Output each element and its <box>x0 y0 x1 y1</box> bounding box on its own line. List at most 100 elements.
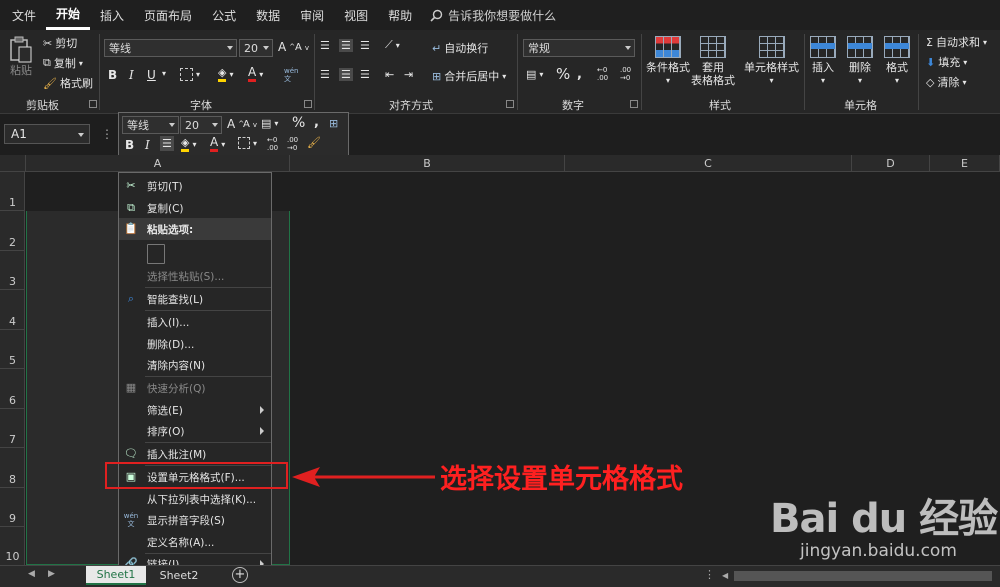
format-as-table-button[interactable]: 套用 表格格式 <box>691 36 735 87</box>
mini-percent-button[interactable]: % <box>292 115 305 131</box>
menu-item-clear-contents[interactable]: 清除内容(N) <box>119 354 271 376</box>
fill-color-button[interactable]: ◈ ▾ <box>218 67 233 82</box>
row-header-9[interactable]: 9 <box>0 488 25 527</box>
mini-bold-button[interactable]: B <box>125 138 134 152</box>
font-launcher-icon[interactable] <box>304 100 312 108</box>
column-header-a[interactable]: A <box>26 155 290 172</box>
name-box[interactable]: A1 <box>4 124 90 144</box>
horizontal-scrollbar[interactable] <box>734 571 992 581</box>
more-options-icon[interactable]: ⋮ <box>101 127 113 141</box>
wrap-text-button[interactable]: ↵ 自动换行 <box>432 40 488 56</box>
mini-paintbrush-icon[interactable]: 🖌 <box>307 136 321 149</box>
mini-size-select[interactable]: 20 <box>180 116 222 134</box>
mini-increase-decimal-icon[interactable]: ←0.00 <box>267 136 278 152</box>
orientation-icon[interactable]: ⟋ ▾ <box>385 38 400 52</box>
font-family-select[interactable]: 等线 <box>104 39 237 57</box>
mini-increase-font-icon[interactable]: A ^ <box>227 117 244 131</box>
mini-align-center-icon[interactable]: ☰ <box>160 136 174 151</box>
autosum-button[interactable]: Σ 自动求和 ▾ <box>926 34 987 50</box>
mini-border-button[interactable]: ▾ <box>238 137 257 149</box>
increase-indent-icon[interactable]: ⇥ <box>404 68 413 81</box>
scroll-right-icon[interactable]: ▶ <box>48 569 55 579</box>
mini-decrease-font-icon[interactable]: Av <box>243 119 257 130</box>
hscroll-left-icon[interactable]: ◀ <box>722 571 728 580</box>
tab-review[interactable]: 审阅 <box>290 0 334 30</box>
paste-option-icon[interactable] <box>147 244 165 264</box>
number-format-select[interactable]: 常规 <box>523 39 635 57</box>
mini-fill-color-button[interactable]: ◈ ▾ <box>181 137 196 152</box>
italic-button[interactable]: I <box>129 68 134 82</box>
menu-item-paste-special[interactable]: 选择性粘贴(S)... <box>119 265 271 287</box>
align-left-icon[interactable]: ☰ <box>320 68 330 81</box>
mini-italic-button[interactable]: I <box>145 138 150 152</box>
mini-font-select[interactable]: 等线 <box>122 116 179 134</box>
row-header-5[interactable]: 5 <box>0 330 25 369</box>
border-button[interactable]: ▾ <box>180 68 200 81</box>
underline-button[interactable]: U <box>147 68 156 82</box>
clipboard-launcher-icon[interactable] <box>89 100 97 108</box>
accounting-format-icon[interactable]: ▤ ▾ <box>526 68 543 81</box>
paste-button[interactable]: 粘贴 <box>8 36 34 77</box>
underline-dropdown-icon[interactable]: ▾ <box>162 69 166 78</box>
font-color-button[interactable]: A ▾ <box>248 66 263 82</box>
comma-style-icon[interactable]: , <box>577 67 582 82</box>
decrease-font-icon[interactable]: Av <box>295 42 309 53</box>
fill-button[interactable]: ⬇ 填充 ▾ <box>926 54 967 70</box>
menu-item-delete[interactable]: 删除(D)... <box>119 333 271 355</box>
row-header-1[interactable]: 1 <box>0 172 25 211</box>
percent-button[interactable]: % <box>556 65 570 83</box>
clear-button[interactable]: ◇ 清除 ▾ <box>926 74 966 90</box>
column-header-b[interactable]: B <box>290 155 565 172</box>
mini-comma-icon[interactable]: , <box>314 115 319 130</box>
row-header-2[interactable]: 2 <box>0 211 25 251</box>
row-header-6[interactable]: 6 <box>0 369 25 409</box>
align-bottom-icon[interactable]: ☰ <box>360 39 370 52</box>
number-launcher-icon[interactable] <box>630 100 638 108</box>
sheet-tab-sheet2[interactable]: Sheet2 <box>150 566 208 585</box>
column-header-d[interactable]: D <box>852 155 930 172</box>
row-header-8[interactable]: 8 <box>0 448 25 488</box>
menu-item-cut[interactable]: ✂ 剪切(T) <box>119 175 271 197</box>
mini-decrease-decimal-icon[interactable]: .00 →0 <box>287 136 298 152</box>
increase-font-icon[interactable]: A ^ <box>278 40 295 54</box>
align-center-icon[interactable]: ☰ <box>339 68 353 81</box>
scroll-left-icon[interactable]: ◀ <box>28 569 35 579</box>
increase-decimal-icon[interactable]: ←0.00 <box>597 66 608 82</box>
font-size-select[interactable]: 20 <box>239 39 273 57</box>
select-all-corner[interactable] <box>0 155 26 172</box>
tab-view[interactable]: 视图 <box>334 0 378 30</box>
format-cells-ribbon-button[interactable]: 格式 ▾ <box>884 36 910 87</box>
decrease-indent-icon[interactable]: ⇤ <box>385 68 394 81</box>
insert-cells-button[interactable]: 插入 ▾ <box>810 36 836 87</box>
phonetic-guide-icon[interactable]: wén 文 <box>284 67 298 83</box>
tab-data[interactable]: 数据 <box>246 0 290 30</box>
menu-item-define-name[interactable]: 定义名称(A)... <box>119 531 271 553</box>
merge-center-button[interactable]: ⊞ 合并后居中 ▾ <box>432 68 506 84</box>
menu-item-pick-from-list[interactable]: 从下拉列表中选择(K)... <box>119 488 271 510</box>
tab-formulas[interactable]: 公式 <box>202 0 246 30</box>
align-right-icon[interactable]: ☰ <box>360 68 370 81</box>
row-header-3[interactable]: 3 <box>0 251 25 290</box>
menu-item-insert[interactable]: 插入(I)... <box>119 311 271 333</box>
menu-item-phonetic[interactable]: wén 文显示拼音字段(S) <box>119 509 271 531</box>
cell-styles-button[interactable]: 单元格样式 ▾ <box>744 36 799 87</box>
delete-cells-button[interactable]: 删除 ▾ <box>847 36 873 87</box>
tab-file[interactable]: 文件 <box>2 0 46 30</box>
decrease-decimal-icon[interactable]: .00 →0 <box>620 66 631 82</box>
sheet-tab-sheet1[interactable]: Sheet1 <box>86 566 146 585</box>
more-sheets-icon[interactable]: ⋮ <box>704 568 715 581</box>
tell-me-box[interactable]: 告诉我你想要做什么 <box>430 7 556 24</box>
row-header-4[interactable]: 4 <box>0 290 25 330</box>
mini-font-color-button[interactable]: A ▾ <box>210 136 225 152</box>
tab-page-layout[interactable]: 页面布局 <box>134 0 202 30</box>
mini-table-icon[interactable]: ⊞ <box>329 117 338 130</box>
row-header-7[interactable]: 7 <box>0 409 25 448</box>
menu-item-quick-analysis[interactable]: ▦ 快速分析(Q) <box>119 377 271 399</box>
bold-button[interactable]: B <box>108 68 117 82</box>
column-header-e[interactable]: E <box>930 155 1000 172</box>
menu-item-smart-lookup[interactable]: ⌕ 智能查找(L) <box>119 288 271 310</box>
alignment-launcher-icon[interactable] <box>506 100 514 108</box>
align-middle-icon[interactable]: ☰ <box>339 39 353 52</box>
menu-item-copy[interactable]: ⧉ 复制(C) <box>119 197 271 219</box>
copy-button[interactable]: ⧉ 复制 ▾ <box>43 55 83 71</box>
